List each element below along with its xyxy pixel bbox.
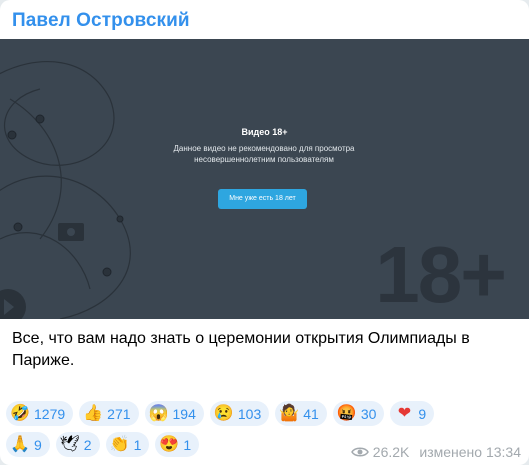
sender-name[interactable]: Павел Островский <box>12 10 190 32</box>
eye-icon <box>350 447 369 457</box>
reaction-chip[interactable]: 🕊 2 <box>55 432 100 457</box>
reaction-chip[interactable]: 👍 271 <box>79 401 139 426</box>
reaction-count: 194 <box>172 405 196 422</box>
reaction-count: 9 <box>34 436 42 453</box>
reaction-count: 1 <box>133 436 142 453</box>
message-meta: 26.2K изменено 13:34 <box>350 444 521 460</box>
play-icon <box>0 289 26 319</box>
rofl-icon: 🤣 <box>10 405 30 422</box>
reaction-count: 9 <box>418 405 427 422</box>
reaction-chip[interactable]: 😍 1 <box>155 432 200 457</box>
reaction-chip[interactable]: ❤ 9 <box>390 401 435 426</box>
reaction-count: 271 <box>107 405 131 422</box>
video-preview[interactable]: Видео 18+ Данное видео не рекомендовано … <box>0 39 529 319</box>
shrug-icon: 🤷 <box>279 405 300 422</box>
message-text: Все, что вам надо знать о церемонии откр… <box>12 330 470 369</box>
thumbs-up-icon: 👍 <box>83 405 104 422</box>
dove-icon: 🕊 <box>59 436 81 453</box>
reaction-chip[interactable]: 🤷 41 <box>275 401 327 426</box>
reaction-chip[interactable]: 😱 194 <box>144 401 204 426</box>
reaction-count: 2 <box>83 436 92 453</box>
confirm-age-button[interactable]: Мне уже есть 18 лет <box>218 189 307 209</box>
message-card: Павел Островский Видео 18+ Данное видео … <box>0 0 529 465</box>
reaction-count: 1 <box>183 436 192 453</box>
clap-icon: 👏 <box>109 436 130 453</box>
reaction-chip[interactable]: 🙏 9 <box>6 432 50 457</box>
pray-icon: 🙏 <box>10 436 30 453</box>
reaction-count: 30 <box>360 405 377 422</box>
reaction-chip[interactable]: 🤬 30 <box>332 401 385 426</box>
reaction-count: 1279 <box>34 405 66 422</box>
camera-icon <box>58 223 84 241</box>
heart-icon: ❤ <box>397 405 412 422</box>
heart-eyes-icon: 😍 <box>159 436 180 453</box>
reaction-count: 41 <box>303 405 319 422</box>
reaction-chip[interactable]: 😢 103 <box>209 401 270 426</box>
edited-timestamp: изменено 13:34 <box>419 444 521 460</box>
cursing-face-icon: 🤬 <box>336 405 357 422</box>
scream-icon: 😱 <box>148 405 169 422</box>
age-warning-text: Данное видео не рекомендовано для просмо… <box>173 144 355 164</box>
age-badge: 18+ <box>375 230 507 319</box>
reaction-chip[interactable]: 🤣 1279 <box>6 401 74 426</box>
crying-icon: 😢 <box>213 405 234 422</box>
view-count: 26.2K <box>372 444 410 460</box>
video-title: Видео 18+ <box>241 127 288 137</box>
reaction-chip[interactable]: 👏 1 <box>105 432 150 457</box>
reactions-row-1: 🤣 1279 👍 271 😱 194 😢 103 🤷 41 🤬 30 ❤ 9 <box>6 401 526 426</box>
reaction-count: 103 <box>237 405 262 422</box>
